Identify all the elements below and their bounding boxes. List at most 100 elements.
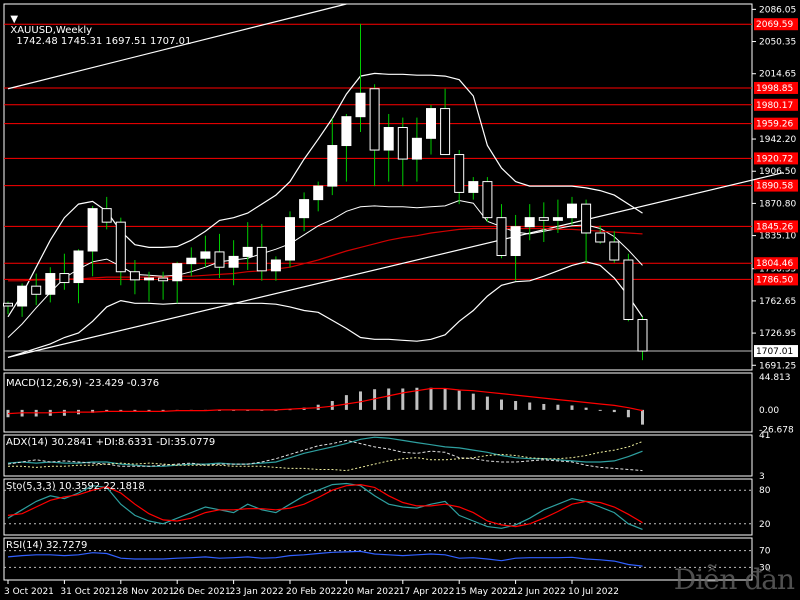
macd-histogram-bar [471,393,475,410]
candle-body [327,145,338,187]
macd-signal-line [7,387,643,415]
candle-body [101,208,112,223]
candle-body [581,203,592,234]
macd-histogram-bar [359,391,362,410]
candle-body [567,203,577,219]
macd-histogram-bar [598,409,602,411]
price-level-label: 1998.85 [756,84,793,94]
price-axis-label: 2050.35 [759,38,796,48]
time-axis-label: 20 Feb 2022 [286,587,342,597]
time-axis-label: 17 Apr 2022 [399,587,455,597]
macd-histogram-bar [584,407,588,410]
candle-body [242,246,253,257]
price-axis-label: 1835.10 [759,232,796,242]
candle-body [637,319,648,352]
candle-body [369,88,380,151]
macd-histogram-bar [457,390,461,410]
candle-body [341,116,352,147]
candle-body [595,232,606,243]
price-level-label: 1804.46 [756,259,793,269]
candle-body [270,259,281,272]
candle-body [510,226,521,257]
macd-histogram-bar [443,388,447,410]
ohlc-readout: 1742.48 1745.31 1697.51 1707.01 [16,36,192,47]
rsi-axis-label: 70 [759,547,771,557]
time-axis-label: 23 Jan 2022 [230,587,284,597]
candle-body [454,154,465,193]
candle-body [426,108,436,139]
macd-label: MACD(12,26,9) -23.429 -0.376 [6,378,160,389]
candle-body [3,302,13,307]
macd-histogram-bar [641,409,644,425]
price-level-label: 1786.50 [756,275,793,285]
price-axis-label: 2014.65 [759,70,796,80]
adx-axis-label: 3 [759,472,765,482]
candle-body [496,217,507,257]
candle-body [256,246,267,272]
sto-label: Sto(5,3,3) 10.3592 22.1818 [6,481,145,492]
macd-axis-label: 0.00 [759,406,779,416]
candle-body [285,217,295,261]
watermark-logo: Diễn đàn [673,563,795,596]
macd-histogram-bar [161,409,165,411]
candle-body [87,208,98,252]
time-axis-label: 26 Dec 2021 [173,587,231,597]
price-level-label: 1980.17 [756,101,793,111]
price-axis-label: 1726.95 [759,329,796,339]
chart-header: ▼ XAUUSD,Weekly 1742.48 1745.31 1697.51 … [4,3,191,47]
price-level-label: 1890.58 [756,182,793,192]
current-price-label: 1707.01 [756,347,793,357]
candle-body [411,137,422,160]
time-axis-label: 31 Oct 2021 [60,587,116,597]
candle-body [552,217,563,221]
price-level-label: 1920.72 [756,154,793,164]
rsi-label: RSI(14) 32.7279 [6,540,88,551]
price-level-label: 1845.26 [756,222,793,232]
macd-histogram-bar [147,409,151,411]
macd-histogram-bar [514,401,518,410]
candle-body [17,285,28,307]
macd-histogram-bar [62,409,66,416]
candle-body [623,259,634,321]
macd-histogram-bar [344,395,348,410]
candle-body [31,285,42,295]
candle-body [468,181,479,193]
candle-body [397,127,408,160]
sto-axis-label: 80 [759,486,771,496]
macd-histogram-bar [401,388,405,410]
candle-body [440,108,451,156]
dropdown-triangle-icon[interactable]: ▼ [10,14,18,25]
price-axis-label: 1870.80 [759,199,796,209]
macd-axis-label: 44.813 [759,373,791,383]
candle-body [115,221,126,273]
macd-histogram-bar [133,409,137,411]
upper-band-line [7,72,643,318]
candle-body [383,127,394,151]
trading-chart[interactable]: 2086.05 2050.35 2014.65 1942.20 1906.50 1870.… [0,0,800,600]
candle-body [524,217,535,228]
rsi-line [7,550,643,567]
candle-body [73,250,84,284]
candle-body [45,273,56,295]
adx-axis-label: 41 [759,431,770,441]
candle-body [355,92,366,118]
macd-histogram-bar [570,405,574,410]
macd-histogram-bar [485,396,489,410]
time-axis-label: 12 Jun 2022 [512,587,566,597]
price-axis-label: 1691.25 [759,361,796,371]
lower-band-line [7,261,643,358]
candle-body [59,273,70,284]
time-axis-label: 28 Nov 2021 [117,587,175,597]
sto-axis-label: 20 [759,520,771,530]
candle-body [186,257,197,265]
candle-body [313,185,324,201]
macd-histogram-bar [119,409,123,411]
macd-histogram-bar [626,409,630,418]
price-axis-label: 1762.65 [759,297,796,307]
macd-histogram-bar [429,387,433,410]
candle-body [214,251,225,268]
price-axis-label: 1942.20 [759,135,796,145]
price-axis-label: 1906.50 [759,167,796,177]
macd-histogram-bar [387,388,391,410]
macd-histogram-bar [556,404,560,410]
